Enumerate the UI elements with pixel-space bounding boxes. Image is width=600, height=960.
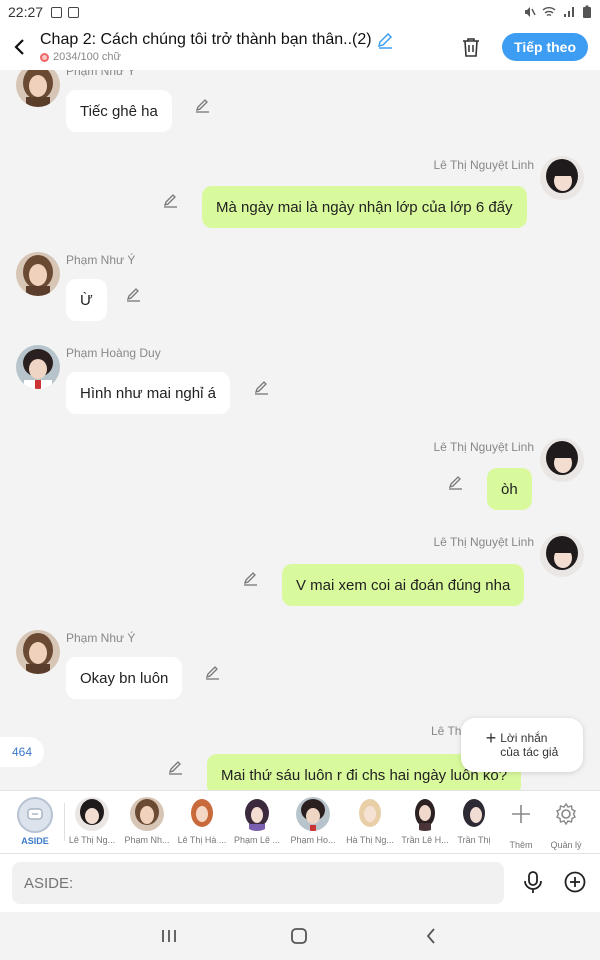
avatar[interactable] xyxy=(16,630,60,674)
microphone-icon[interactable] xyxy=(522,870,544,894)
plus-icon xyxy=(512,805,530,823)
avatar[interactable] xyxy=(16,345,60,389)
edit-message-icon[interactable] xyxy=(162,191,180,209)
back-button[interactable] xyxy=(0,24,40,70)
status-time: 22:27 xyxy=(8,4,44,20)
battery-icon xyxy=(583,5,591,18)
author-note-line2: của tác giả xyxy=(500,745,559,759)
message-counter[interactable]: 464 xyxy=(0,737,44,767)
avatar[interactable] xyxy=(540,156,584,200)
add-circle-icon[interactable] xyxy=(563,870,587,894)
author-note-line1: Lời nhắn xyxy=(500,731,548,745)
sender-name: Phạm Hoàng Duy xyxy=(66,346,161,360)
sender-name: Phạm Như Ý xyxy=(66,253,136,267)
gallery-icon xyxy=(51,6,63,18)
character-label: Phạm Ho... xyxy=(290,835,336,845)
sender-name: Phạm Như Ý xyxy=(66,70,136,78)
avatar[interactable] xyxy=(540,438,584,482)
edit-message-icon[interactable] xyxy=(253,378,271,396)
plus-icon: + xyxy=(485,728,497,748)
author-note-button[interactable]: + Lời nhắn của tác giả xyxy=(461,718,583,772)
character-label: ASIDE xyxy=(21,836,49,846)
message-bubble[interactable]: Ừ xyxy=(66,279,107,321)
avatar xyxy=(408,797,442,831)
character-aside[interactable]: ASIDE xyxy=(7,797,63,846)
system-nav-bar xyxy=(0,912,600,960)
avatar[interactable] xyxy=(16,70,60,107)
wifi-icon xyxy=(542,7,556,17)
input-bar xyxy=(0,854,600,912)
edit-message-icon[interactable] xyxy=(447,473,465,491)
gear-icon xyxy=(556,802,576,826)
home-button[interactable] xyxy=(287,924,311,948)
character-item[interactable]: Lê Thị Hà ... xyxy=(174,797,230,845)
aside-avatar xyxy=(17,797,53,833)
mute-icon xyxy=(525,7,536,17)
character-item[interactable]: Phạm Ho... xyxy=(285,797,341,845)
edit-title-icon[interactable] xyxy=(376,31,394,49)
character-label: Phạm Lê ... xyxy=(233,835,281,845)
record-icon xyxy=(40,52,49,62)
system-back-button[interactable] xyxy=(419,924,443,948)
avatar xyxy=(130,797,164,831)
home-icon xyxy=(291,928,307,944)
character-label: Phạm Nh... xyxy=(124,835,170,845)
edit-message-icon[interactable] xyxy=(242,569,260,587)
chevron-left-icon xyxy=(14,39,24,55)
app-header: Chap 2: Cách chúng tôi trở thành bạn thâ… xyxy=(0,24,600,70)
recent-apps-icon xyxy=(162,930,176,942)
word-count: 2034/100 chữ xyxy=(53,51,121,63)
character-label: Lê Thị Hà ... xyxy=(177,835,227,845)
message-input[interactable] xyxy=(12,862,504,904)
next-button[interactable]: Tiếp theo xyxy=(502,33,588,61)
message-bubble[interactable]: Hình như mai nghỉ á xyxy=(66,372,230,414)
avatar xyxy=(240,797,274,831)
manage-label: Quản lý xyxy=(550,840,582,850)
avatar[interactable] xyxy=(16,252,60,296)
character-item[interactable]: Hà Thị Ng... xyxy=(342,797,398,845)
character-label: Trần Lê H... xyxy=(401,835,449,845)
character-bar: ASIDE Lê Thị Ng... Phạm Nh... Lê Thị Hà … xyxy=(0,790,600,854)
character-item[interactable]: Trần Lê H... xyxy=(397,797,453,845)
recent-apps-button[interactable] xyxy=(157,924,181,948)
avatar xyxy=(457,797,491,831)
character-label: Hà Thị Ng... xyxy=(346,835,394,845)
message-bubble[interactable]: òh xyxy=(487,468,532,510)
message-bubble[interactable]: Mà ngày mai là ngày nhận lớp của lớp 6 đ… xyxy=(202,186,527,228)
edit-message-icon[interactable] xyxy=(167,758,185,776)
character-item[interactable]: Phạm Lê ... xyxy=(229,797,285,845)
avatar xyxy=(185,797,219,831)
chat-bubble-icon xyxy=(27,808,43,820)
sender-name: Lê Thị xyxy=(431,724,465,738)
back-icon xyxy=(426,928,435,944)
trash-icon xyxy=(463,38,480,57)
character-item[interactable]: Lê Thị Ng... xyxy=(64,797,120,845)
message-bubble[interactable]: Tiếc ghê ha xyxy=(66,90,172,132)
avatar xyxy=(296,797,330,831)
message-bubble[interactable]: V mai xem coi ai đoán đúng nha xyxy=(282,564,525,606)
sender-name: Lê Thị Nguyệt Linh xyxy=(433,440,534,454)
character-label: Lê Thị Ng... xyxy=(68,835,116,845)
sender-name: Lê Thị Nguyệt Linh xyxy=(433,535,534,549)
edit-message-icon[interactable] xyxy=(125,285,143,303)
sender-name: Phạm Như Ý xyxy=(66,631,136,645)
character-item[interactable]: Phạm Nh... xyxy=(119,797,175,845)
status-bar: 22:27 xyxy=(0,0,600,24)
chapter-title: Chap 2: Cách chúng tôi trở thành bạn thâ… xyxy=(40,31,372,48)
chapter-title-box: Chap 2: Cách chúng tôi trở thành bạn thâ… xyxy=(40,31,456,63)
chat-area[interactable]: Phạm Như Ý Tiếc ghê ha Lê Thị Nguyệt Lin… xyxy=(0,70,600,790)
avatar[interactable] xyxy=(540,533,584,577)
message-bubble[interactable]: Okay bn luôn xyxy=(66,657,183,699)
avatar xyxy=(353,797,387,831)
sender-name: Lê Thị Nguyệt Linh xyxy=(433,158,534,172)
edit-message-icon[interactable] xyxy=(194,96,212,114)
avatar xyxy=(75,797,109,831)
edit-message-icon[interactable] xyxy=(204,663,222,681)
system-icons xyxy=(522,5,592,19)
notification-icon xyxy=(68,6,80,18)
signal-icon xyxy=(564,7,574,17)
delete-button[interactable] xyxy=(456,32,486,62)
manage-button[interactable]: Quản lý xyxy=(538,797,594,850)
